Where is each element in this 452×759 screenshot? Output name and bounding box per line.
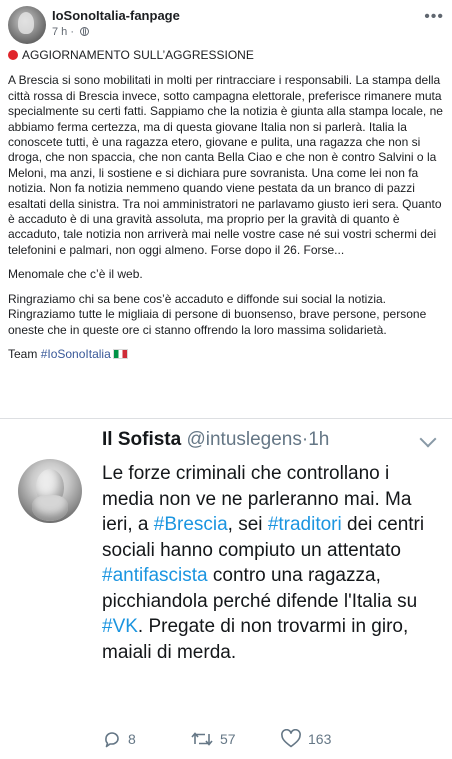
page-name-link[interactable]: IoSonoItalia-fanpage bbox=[52, 8, 180, 23]
tweet-header: Il Sofista @intuslegens·1h bbox=[102, 429, 422, 451]
chevron-down-icon bbox=[419, 430, 437, 448]
tweet-body: Le forze criminali che controllano i med… bbox=[102, 461, 442, 665]
tweet-author-handle: @intuslegens bbox=[186, 429, 302, 450]
post-time[interactable]: 7 h bbox=[52, 26, 67, 38]
reply-count: 8 bbox=[128, 731, 136, 747]
reply-bubble-icon bbox=[105, 732, 119, 748]
hashtag-brescia: #Brescia bbox=[153, 514, 228, 535]
like-action: 163 bbox=[280, 727, 331, 751]
reply-action: 8 bbox=[102, 727, 136, 751]
hashtag-antifascista: #antifascista bbox=[102, 565, 208, 586]
heart-icon bbox=[281, 729, 301, 748]
post-signature: Team #IoSonoItalia bbox=[8, 347, 444, 362]
post-paragraph-2: Menomale che c’è il web. bbox=[8, 267, 143, 282]
post-paragraph-1: A Brescia si sono mobilitati in molti pe… bbox=[8, 73, 443, 257]
team-label: Team bbox=[8, 346, 38, 361]
tweet-text-2: , sei bbox=[227, 514, 263, 535]
post-paragraph-3: Ringraziamo chi sa bene cos’è accaduto e… bbox=[8, 291, 427, 337]
tweet-text-3: dei centri sociali hanno compiuto un att… bbox=[102, 514, 425, 561]
tweet-text-5: . Pregate di non trovarmi in giro, maial… bbox=[102, 616, 409, 663]
italy-flag-icon bbox=[112, 348, 128, 359]
hashtag-iosonoitalia[interactable]: #IoSonoItalia bbox=[41, 347, 111, 361]
red-circle-icon bbox=[8, 50, 18, 60]
tweet-time: 1h bbox=[308, 429, 330, 450]
retweet-icon bbox=[191, 732, 213, 746]
post-header: IoSonoItalia-fanpage 7 h · ••• bbox=[8, 6, 444, 44]
post-headline: AGGIORNAMENTO SULL’AGGRESSIONE bbox=[8, 48, 444, 63]
facebook-post: IoSonoItalia-fanpage 7 h · ••• AGGIORNAM… bbox=[0, 0, 452, 759]
like-count: 163 bbox=[308, 731, 332, 747]
post-meta: 7 h · bbox=[52, 26, 90, 38]
retweet-action: 57 bbox=[190, 727, 236, 751]
headline-text: AGGIORNAMENTO SULL’AGGRESSIONE bbox=[22, 48, 254, 62]
retweet-count: 57 bbox=[220, 731, 236, 747]
post-text: AGGIORNAMENTO SULL’AGGRESSIONE A Brescia… bbox=[8, 48, 444, 371]
tweet-author-avatar bbox=[18, 459, 82, 523]
hashtag-vk: #VK bbox=[102, 616, 138, 637]
page-avatar[interactable] bbox=[8, 6, 46, 44]
tweet-screenshot[interactable]: Il Sofista @intuslegens·1h Le forze crim… bbox=[0, 418, 452, 759]
tweet-actions: 8 57 163 bbox=[102, 727, 432, 751]
globe-icon bbox=[80, 27, 90, 36]
hashtag-traditori: #traditori bbox=[267, 514, 342, 535]
tweet-author-name: Il Sofista bbox=[102, 429, 182, 450]
more-dots-icon[interactable]: ••• bbox=[424, 8, 444, 26]
